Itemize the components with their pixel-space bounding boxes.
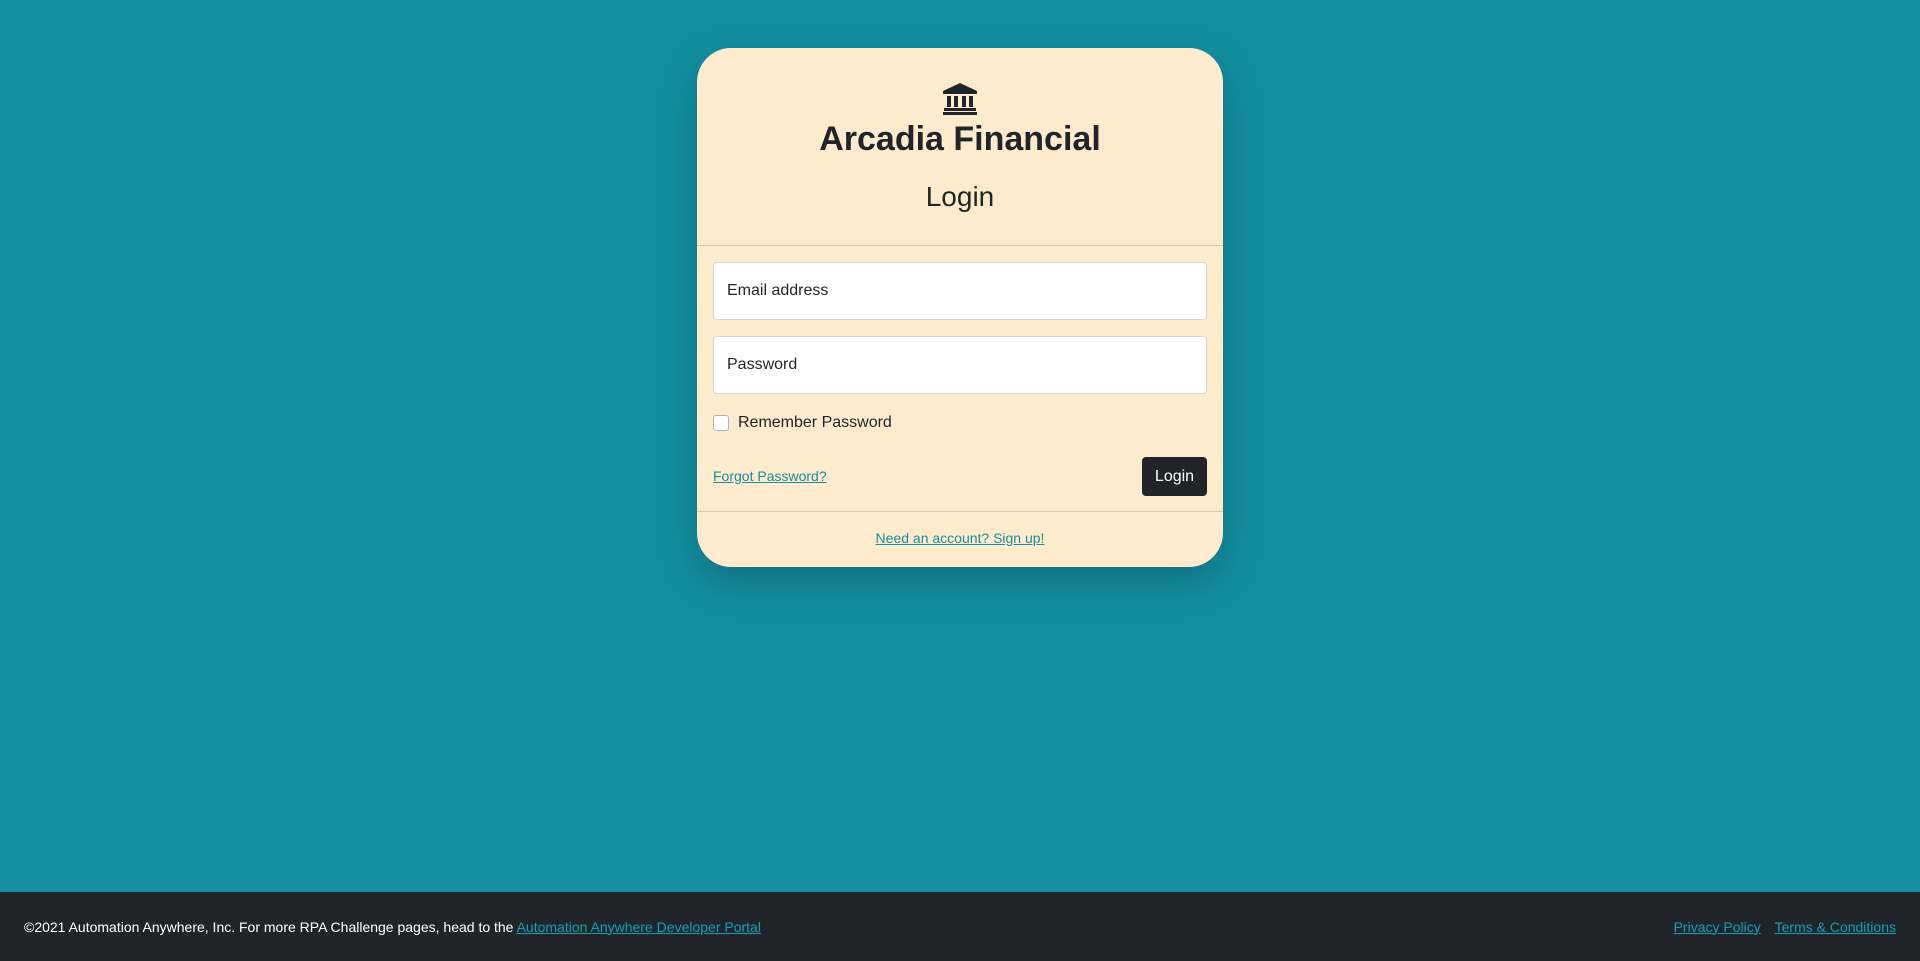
page-footer: ©2021 Automation Anywhere, Inc. For more… bbox=[0, 892, 1920, 961]
bank-icon bbox=[943, 83, 977, 115]
remember-label: Remember Password bbox=[738, 414, 892, 431]
card-footer: Need an account? Sign up! bbox=[697, 512, 1223, 548]
login-card: Arcadia Financial Login Remember Passwor… bbox=[697, 48, 1223, 567]
email-input[interactable] bbox=[713, 262, 1207, 320]
brand-title: Arcadia Financial bbox=[819, 120, 1101, 158]
signup-link[interactable]: Need an account? Sign up! bbox=[876, 530, 1045, 546]
forgot-password-link[interactable]: Forgot Password? bbox=[713, 468, 827, 484]
remember-checkbox[interactable] bbox=[713, 415, 729, 431]
card-header: Arcadia Financial Login bbox=[697, 48, 1223, 246]
copyright-text: ©2021 Automation Anywhere, Inc. For more… bbox=[24, 918, 517, 935]
login-heading: Login bbox=[925, 181, 995, 212]
developer-portal-link[interactable]: Automation Anywhere Developer Portal bbox=[517, 919, 761, 935]
footer-links: Privacy Policy Terms & Conditions bbox=[1664, 919, 1896, 935]
terms-link[interactable]: Terms & Conditions bbox=[1775, 919, 1896, 935]
privacy-policy-link[interactable]: Privacy Policy bbox=[1674, 919, 1761, 935]
remember-password[interactable]: Remember Password bbox=[713, 413, 892, 433]
login-button[interactable]: Login bbox=[1142, 457, 1207, 496]
login-form: Remember Password Forgot Password? Login bbox=[697, 246, 1223, 512]
password-input[interactable] bbox=[713, 336, 1207, 394]
footer-copyright: ©2021 Automation Anywhere, Inc. For more… bbox=[24, 919, 761, 935]
